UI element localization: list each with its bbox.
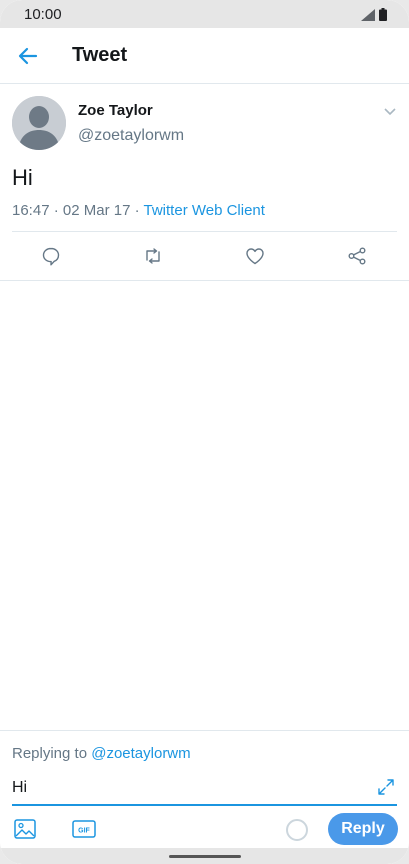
- app-bar: Tweet: [0, 28, 409, 84]
- avatar[interactable]: [12, 96, 66, 150]
- divider: [12, 231, 397, 232]
- tweet-date: 02 Mar 17: [62, 202, 131, 219]
- input-underline: [12, 804, 397, 806]
- author-handle[interactable]: @zoetaylorwm: [78, 127, 184, 145]
- tweet-detail-screen: 10:00 Tweet Zoe Taylor @zoetaylorwm Hi 1…: [0, 0, 409, 864]
- battery-icon: [379, 8, 387, 21]
- meta-separator: ·: [53, 202, 63, 219]
- replying-mention[interactable]: @zoetaylorwm: [91, 745, 190, 762]
- retweet-icon[interactable]: [142, 245, 164, 267]
- status-bar: 10:00: [0, 0, 409, 28]
- gif-icon[interactable]: GIF: [72, 819, 96, 839]
- reply-input[interactable]: [12, 775, 342, 801]
- home-indicator[interactable]: [169, 855, 241, 858]
- meta-separator: ·: [134, 202, 144, 219]
- share-icon[interactable]: [346, 245, 368, 267]
- status-time: 10:00: [24, 6, 62, 23]
- divider: [0, 280, 409, 281]
- tweet-meta: 16:47 · 02 Mar 17 · Twitter Web Client: [12, 202, 265, 219]
- expand-icon[interactable]: [377, 778, 395, 796]
- tweet-text: Hi: [12, 165, 33, 190]
- replying-prefix: Replying to: [12, 745, 92, 762]
- author-name[interactable]: Zoe Taylor: [78, 102, 153, 119]
- tweet-time: 16:47: [12, 202, 50, 219]
- reply-icon[interactable]: [40, 245, 62, 267]
- tweet-actions: [0, 242, 409, 272]
- image-icon[interactable]: [14, 819, 36, 839]
- chevron-down-icon[interactable]: [383, 104, 397, 118]
- svg-text:GIF: GIF: [78, 828, 90, 835]
- replying-to-text: Replying to @zoetaylorwm: [12, 745, 191, 762]
- like-icon[interactable]: [244, 245, 266, 267]
- signal-icon: [361, 8, 375, 21]
- reply-button[interactable]: Reply: [328, 813, 398, 845]
- reply-composer: Replying to @zoetaylorwm GIF Reply: [0, 730, 409, 864]
- status-icons: [361, 8, 387, 21]
- tweet-source-link[interactable]: Twitter Web Client: [144, 202, 265, 219]
- character-counter-circle: [286, 819, 308, 841]
- page-title: Tweet: [72, 44, 128, 66]
- default-avatar-icon: [12, 96, 66, 150]
- back-arrow-icon[interactable]: [16, 44, 40, 68]
